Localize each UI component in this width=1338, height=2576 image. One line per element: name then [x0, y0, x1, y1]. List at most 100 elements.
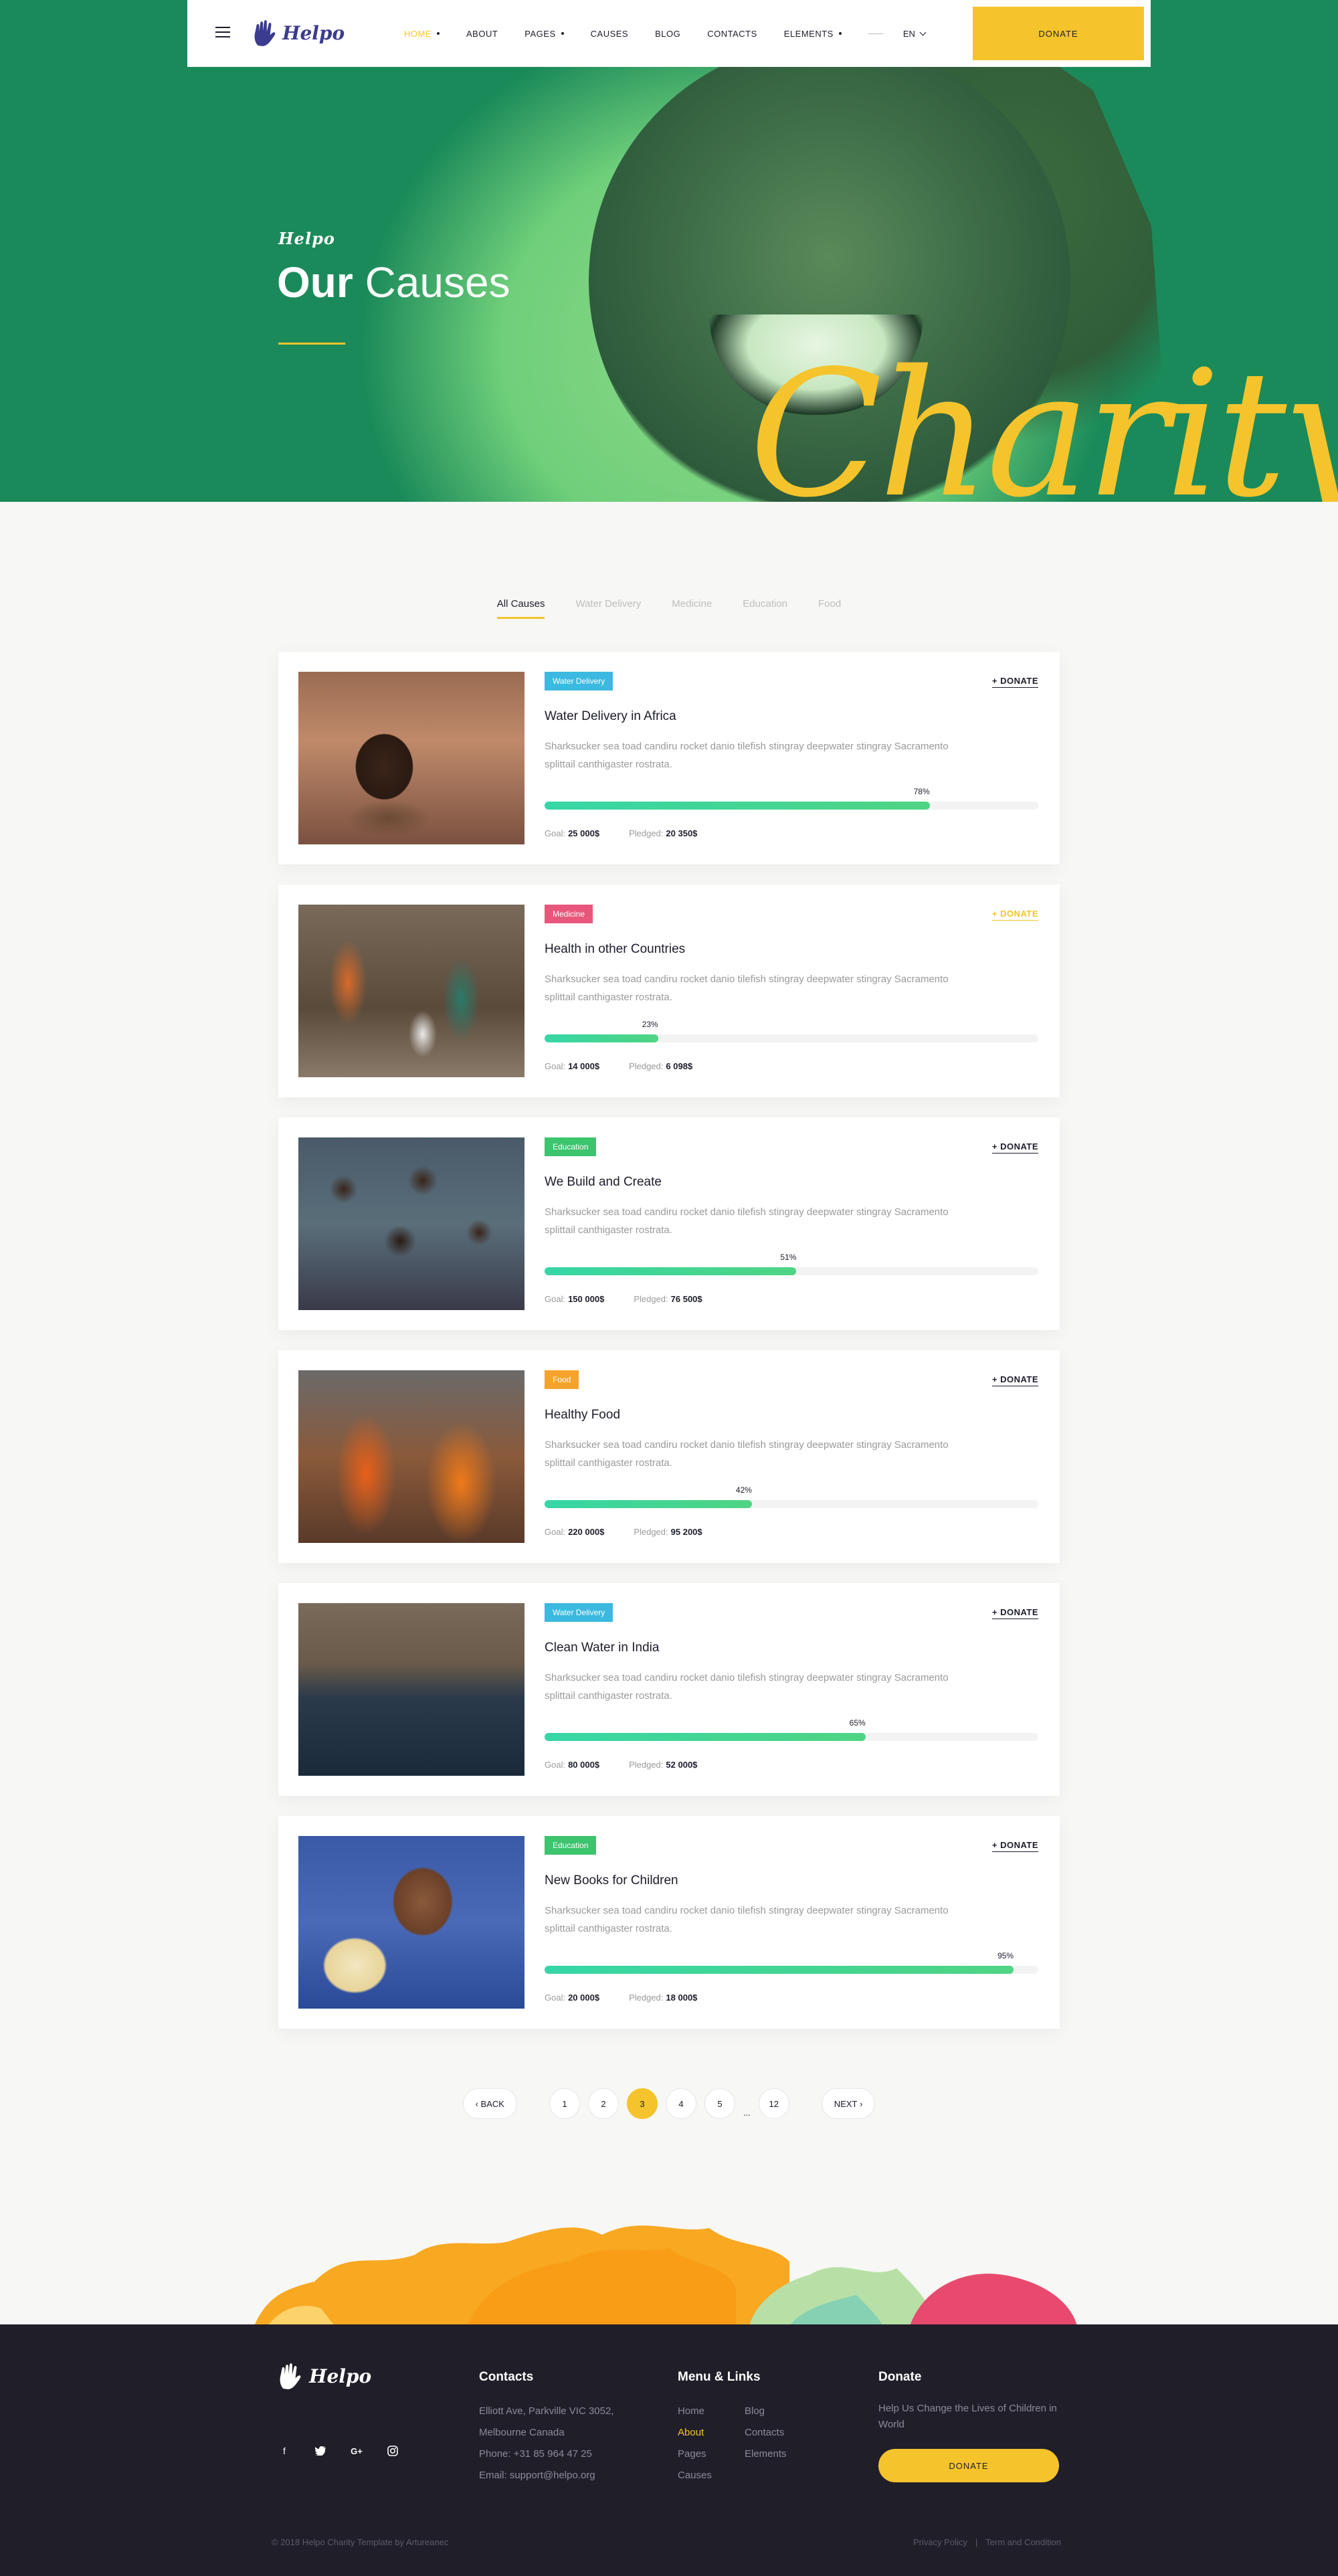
language-selector[interactable]: EN [903, 29, 927, 39]
pledged-value: 95 200$ [670, 1527, 702, 1537]
goal-label: Goal: [545, 1527, 566, 1537]
cause-category-badge[interactable]: Education [545, 1137, 597, 1156]
footer-link-home[interactable]: Home [678, 2401, 745, 2422]
tab-medicine[interactable]: Medicine [672, 598, 712, 619]
cause-title[interactable]: Clean Water in India [545, 1641, 659, 1655]
contact-email[interactable]: Email: support@helpo.org [479, 2465, 614, 2486]
dropdown-dot-icon [561, 32, 564, 35]
donate-link[interactable]: + DONATE [991, 1607, 1038, 1619]
nav-item-label: CONTACTS [707, 28, 757, 39]
donate-link[interactable]: + DONATE [991, 1840, 1038, 1852]
cause-card: Food + DONATE Healthy Food Sharksucker sea … [278, 1350, 1060, 1563]
nav-item-elements[interactable]: ELEMENTS [784, 29, 842, 39]
header-donate-button[interactable]: DONATE [973, 7, 1144, 60]
footer-link-about[interactable]: About [678, 2422, 745, 2444]
page-button-4[interactable]: 4 [665, 2088, 696, 2119]
tab-water-delivery[interactable]: Water Delivery [575, 598, 641, 619]
cause-category-badge[interactable]: Water Delivery [545, 1603, 613, 1622]
goal-amount: Goal: 80 000$ [545, 1760, 599, 1770]
nav-item-about[interactable]: ABOUT [466, 29, 498, 39]
tab-all-causes[interactable]: All Causes [496, 598, 545, 619]
privacy-policy-link[interactable]: Privacy Policy [913, 2537, 967, 2547]
tab-food[interactable]: Food [818, 598, 841, 619]
footer-link-causes[interactable]: Causes [678, 2465, 745, 2486]
donate-link[interactable]: + DONATE [991, 1141, 1038, 1154]
footer-donate-button[interactable]: DONATE [878, 2449, 1059, 2482]
page-button-5[interactable]: 5 [704, 2088, 735, 2119]
menu-icon[interactable] [215, 27, 230, 39]
nav-item-blog[interactable]: BLOG [655, 29, 680, 39]
back-button[interactable]: ‹ BACK [462, 2088, 517, 2119]
copyright: © 2018 Helpo Charity Template by Arturea… [272, 2537, 449, 2547]
footer-logo[interactable]: Helpo [277, 2362, 371, 2390]
hero-banner: Helpo Our Causes Charity [0, 0, 1338, 502]
cause-funding: Goal: 25 000$ Pledged: 20 350$ [545, 828, 697, 838]
contact-address-line-1: Elliott Ave, Parkville VIC 3052, [479, 2405, 614, 2417]
paint-splash-decoration [254, 2225, 1077, 2326]
page-button-2[interactable]: 2 [587, 2088, 619, 2119]
cause-image[interactable] [298, 905, 524, 1077]
hand-logo-icon [280, 2363, 301, 2389]
facebook-icon[interactable]: f [277, 2444, 292, 2458]
cause-image[interactable] [298, 672, 524, 844]
google-plus-icon[interactable]: G+ [349, 2444, 364, 2458]
cause-category-badge[interactable]: Water Delivery [545, 672, 613, 691]
pledged-value: 6 098$ [666, 1061, 693, 1071]
pledged-label: Pledged: [634, 1294, 668, 1304]
donate-link[interactable]: + DONATE [991, 676, 1038, 688]
legal-links: Privacy Policy | Term and Condition [913, 2537, 1061, 2547]
pledged-label: Pledged: [629, 1993, 664, 2003]
nav-item-label: PAGES [524, 28, 556, 39]
nav-item-pages[interactable]: PAGES [524, 28, 564, 39]
chevron-left-icon: ‹ [475, 2098, 478, 2109]
nav-item-contacts[interactable]: CONTACTS [707, 29, 757, 39]
cause-title[interactable]: New Books for Children [545, 1873, 678, 1888]
cause-title[interactable]: We Build and Create [545, 1175, 662, 1190]
goal-label: Goal: [545, 1993, 566, 2003]
progress-bar: 65% [545, 1718, 1038, 1741]
twitter-icon[interactable] [313, 2444, 328, 2458]
page-button-3[interactable]: 3 [626, 2088, 658, 2119]
nav-item-causes[interactable]: CAUSES [591, 29, 628, 39]
pledged-amount: Pledged: 18 000$ [629, 1993, 697, 2003]
donate-text: Help Us Change the Lives of Children in … [878, 2403, 1057, 2430]
nav-item-label: BLOG [655, 28, 681, 39]
cause-image[interactable] [298, 1137, 524, 1310]
cause-title[interactable]: Health in other Countries [545, 942, 685, 957]
next-button[interactable]: NEXT › [821, 2088, 876, 2119]
nav-item-label: ABOUT [466, 28, 498, 39]
footer-menu: Menu & Links Home Blog About Contacts Pages E… [678, 2370, 811, 2486]
footer-link-pages[interactable]: Pages [678, 2444, 745, 2465]
cause-category-badge[interactable]: Food [545, 1370, 579, 1389]
cause-list: Water Delivery + DONATE Water Delivery in … [278, 652, 1060, 2049]
contact-phone[interactable]: Phone: +31 85 964 47 25 [479, 2444, 614, 2465]
footer-link-contacts[interactable]: Contacts [745, 2422, 811, 2444]
cause-image[interactable] [298, 1836, 524, 2009]
cause-category-badge[interactable]: Medicine [545, 905, 593, 923]
tab-education[interactable]: Education [743, 598, 787, 619]
cause-category-badge[interactable]: Education [545, 1836, 597, 1855]
donate-link[interactable]: + DONATE [991, 909, 1038, 921]
pledged-value: 76 500$ [670, 1294, 702, 1304]
goal-value: 80 000$ [568, 1760, 600, 1770]
goal-label: Goal: [545, 1061, 566, 1071]
logo[interactable]: Helpo [252, 19, 345, 47]
cause-title[interactable]: Healthy Food [545, 1408, 620, 1422]
page-button-1[interactable]: 1 [549, 2088, 580, 2119]
footer-link-elements[interactable]: Elements [745, 2444, 811, 2465]
cause-title[interactable]: Water Delivery in Africa [545, 709, 676, 724]
cause-card: Water Delivery + DONATE Clean Water in Ind… [278, 1583, 1060, 1796]
top-header: Helpo HOME ABOUT PAGES CAUSES BLOG CONTACTS EL… [187, 0, 1151, 67]
page-button-last[interactable]: 12 [758, 2088, 789, 2119]
progress-percent: 78% [913, 787, 930, 796]
nav-item-home[interactable]: HOME [404, 29, 440, 39]
donate-link[interactable]: + DONATE [991, 1374, 1038, 1386]
cause-image[interactable] [298, 1370, 524, 1543]
goal-value: 20 000$ [568, 1993, 600, 2003]
cause-image[interactable] [298, 1603, 524, 1776]
cause-description: Sharksucker sea toad candiru rocket dani… [545, 1672, 949, 1701]
progress-fill [545, 802, 930, 810]
terms-link[interactable]: Term and Condition [985, 2537, 1061, 2547]
footer-link-blog[interactable]: Blog [745, 2401, 811, 2422]
instagram-icon[interactable] [385, 2444, 400, 2458]
